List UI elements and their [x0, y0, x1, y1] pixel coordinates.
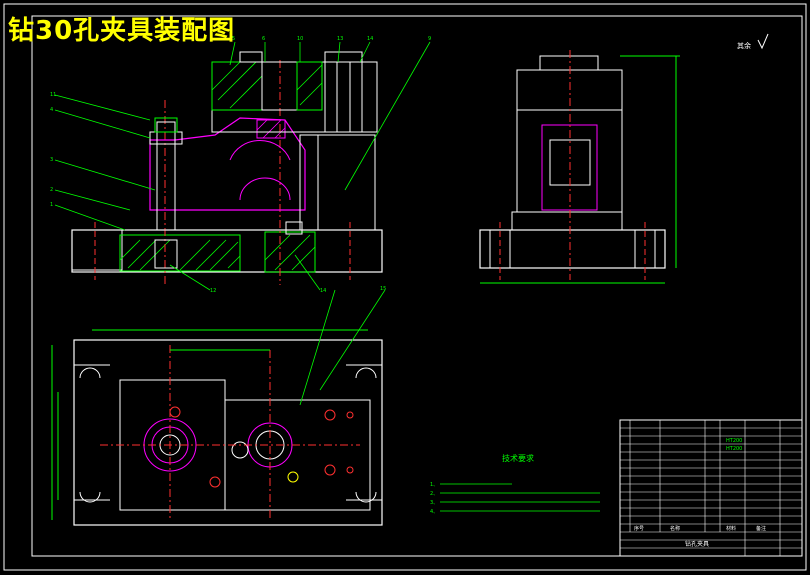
balloon-1: 1 [50, 202, 53, 208]
balloon-14b: 14 [320, 288, 326, 294]
col-name-header: 名称 [670, 525, 680, 532]
drawing-name: 钻孔夹具 [685, 540, 709, 548]
drawing-title: 钻30孔夹具装配图 [8, 16, 236, 46]
material-ht200-b: HT200 [726, 446, 742, 452]
top-view: 15 [51, 286, 386, 526]
assembly-drawing: 其余 11 4 3 2 1 5 6 10 13 14 9 12 14 15 技术… [3, 3, 807, 571]
balloon-13: 13 [337, 36, 343, 42]
roughness-check-icon [757, 33, 769, 50]
balloon-3: 3 [50, 157, 53, 163]
balloon-6: 6 [262, 36, 265, 42]
tech-item-4: 4、 [430, 509, 438, 515]
balloon-2: 2 [50, 187, 53, 193]
balloon-14: 14 [367, 36, 373, 42]
cad-canvas: 其余 11 4 3 2 1 5 6 10 13 14 9 12 14 15 技术… [0, 0, 810, 575]
tech-requirements: 技术要求 1、 2、 3、 4、 [430, 453, 600, 515]
tech-item-3: 3、 [430, 500, 438, 506]
front-view: 11 4 3 2 1 5 6 10 13 14 9 12 14 [50, 36, 431, 294]
material-ht200-a: HT200 [726, 438, 742, 444]
outer-border [3, 3, 807, 571]
balloon-4: 4 [50, 107, 53, 113]
notes-header: 备注 [756, 525, 766, 532]
material-header: 材料 [726, 525, 736, 532]
balloon-15: 15 [380, 286, 386, 292]
side-view [479, 50, 680, 284]
tech-item-2: 2、 [430, 491, 438, 497]
inner-border [31, 15, 803, 557]
balloon-12: 12 [210, 288, 216, 294]
tech-item-1: 1、 [430, 482, 438, 488]
roughness-label: 其余 [737, 41, 751, 50]
col-no-header: 序号 [634, 525, 644, 532]
balloon-11: 11 [50, 92, 56, 98]
tech-heading: 技术要求 [502, 453, 534, 463]
title-block: HT200 HT200 序号 名称 材料 备注 钻孔夹具 [619, 419, 803, 557]
balloon-10: 10 [297, 36, 303, 42]
balloon-9: 9 [428, 36, 431, 42]
